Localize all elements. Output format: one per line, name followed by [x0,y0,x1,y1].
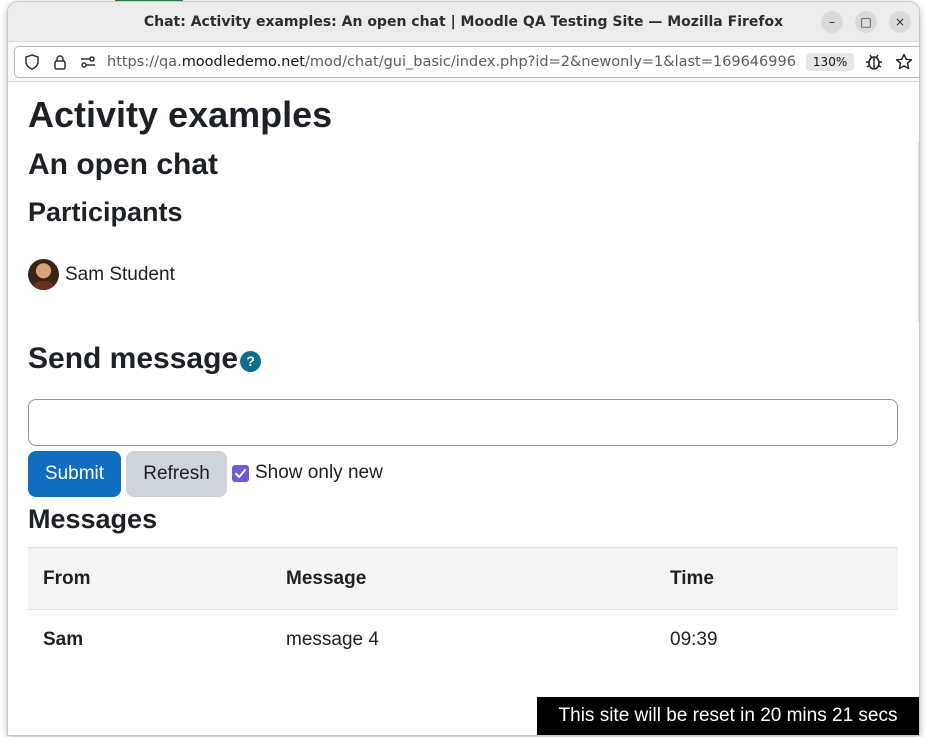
window-title: Chat: Activity examples: An open chat | … [143,13,784,30]
url-prefix: https://qa. [107,53,182,70]
show-only-new-toggle[interactable]: Show only new [232,462,383,484]
url-host: moodledemo.net [181,53,305,70]
minimize-icon: – [829,15,835,29]
bug-icon[interactable] [864,52,884,72]
bookmark-star-icon[interactable] [894,52,914,72]
lock-icon[interactable] [51,53,69,71]
page-content: Activity examples An open chat Participa… [8,82,919,735]
navigation-bar: https://qa.moodledemo.net/mod/chat/gui_b… [8,42,919,82]
browser-window: Chat: Activity examples: An open chat | … [8,2,919,735]
header-time: Time [670,567,715,589]
maximize-icon: □ [860,15,872,29]
table-row: Sam message 4 09:39 [28,610,898,670]
close-button[interactable]: × [889,11,911,33]
maximize-button[interactable]: □ [855,11,877,33]
send-message-heading: Send message ? [28,342,262,376]
participants-heading: Participants [28,197,183,227]
submit-button[interactable]: Submit [28,451,121,497]
course-title: Activity examples [28,94,333,135]
title-bar: Chat: Activity examples: An open chat | … [8,2,919,42]
permissions-icon[interactable] [79,53,97,71]
minimize-button[interactable]: – [821,11,843,33]
header-from: From [43,567,91,589]
show-only-new-label[interactable]: Show only new [255,462,383,484]
url-path: /mod/chat/gui_basic/index.php?id=2&newon… [304,53,796,70]
help-icon[interactable]: ? [240,350,262,372]
message-input[interactable] [28,399,898,446]
message-text: message 4 [286,629,379,650]
participant-name[interactable]: Sam Student [65,264,175,286]
table-header-row: From Message Time [28,547,898,610]
site-reset-banner: This site will be reset in 20 mins 21 se… [537,697,919,735]
zoom-level-badge[interactable]: 130% [805,52,855,71]
url-text[interactable]: https://qa.moodledemo.net/mod/chat/gui_b… [107,54,796,70]
scroll-edge [918,142,919,322]
header-message: Message [286,567,367,589]
checkmark-icon [235,468,246,478]
shield-icon[interactable] [23,53,41,71]
address-bar[interactable]: https://qa.moodledemo.net/mod/chat/gui_b… [14,45,919,78]
message-time: 09:39 [670,629,718,650]
window-controls: – □ × [821,11,911,33]
messages-heading: Messages [28,504,158,534]
send-message-title: Send message [28,342,239,375]
close-icon: × [894,15,906,29]
show-only-new-checkbox[interactable] [232,464,249,482]
chat-title: An open chat [28,148,219,181]
refresh-button[interactable]: Refresh [126,451,227,497]
participant-item[interactable]: Sam Student [28,259,175,290]
message-from: Sam [43,629,84,650]
avatar[interactable] [28,259,59,290]
messages-table: From Message Time Sam message 4 09:39 [28,547,898,670]
